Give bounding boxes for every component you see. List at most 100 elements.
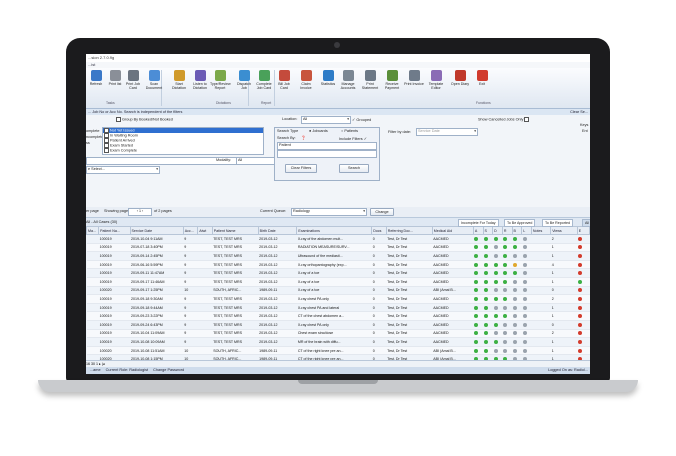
change-queue-button[interactable]: Change: [370, 208, 394, 216]
open-diary-button[interactable]: Open Diary: [450, 70, 470, 86]
column-header[interactable]: Ma...: [86, 226, 100, 235]
column-header[interactable]: Views: [550, 226, 578, 235]
status-item[interactable]: Exam Complete: [103, 148, 263, 153]
start-dictation-button[interactable]: Start Dictation: [169, 70, 189, 90]
tab-incomplete-for-today[interactable]: Incomplete For Today: [458, 219, 499, 227]
grid-navigator[interactable]: 16 30 1 ▸ |◂: [86, 360, 590, 367]
table-row[interactable]: 100019 2019-06-16 5:59PM 9 TEST, TEST MRS 20…: [86, 260, 590, 270]
column-header[interactable]: Referring Doc...: [385, 226, 433, 235]
column-header[interactable]: Service Date: [129, 226, 184, 235]
tab-to-be-reported[interactable]: To Be Reported: [542, 219, 573, 227]
search-type-patients-radio[interactable]: ○ Patients: [341, 129, 358, 133]
search-type-label: Search Type: [277, 129, 299, 133]
table-row[interactable]: 100019 2019-09-18 9:30AM 9 TEST, TEST MRS 20…: [86, 294, 590, 304]
status-dot-icon: [493, 339, 498, 344]
page-stepper[interactable]: ‹ 1 ›: [128, 208, 152, 216]
table-row[interactable]: 100019 2019-09-24 6:43PM 9 TEST, TEST MRS 20…: [86, 320, 590, 330]
table-row[interactable]: 100019 2019-09-11 11:47AM 9 TEST, TEST MRS 2…: [86, 268, 590, 278]
table-row[interactable]: 100019 2019-07-18 3:40PM 9 TEST, TEST MRS 20…: [86, 243, 590, 253]
show-cancelled-checkbox[interactable]: Show Cancelled Jobs Only: [478, 117, 530, 122]
current-queue-dropdown[interactable]: Radiology ▾: [291, 208, 367, 216]
table-row[interactable]: 100019 2019-09-18 9:44AM 9 TEST, TEST MRS 20…: [86, 303, 590, 313]
table-row[interactable]: 100019 2019-10-04 9:11AM 9 TEST, TEST MRS 20…: [86, 234, 590, 244]
table-cell: [473, 277, 483, 287]
column-header[interactable]: Docs: [371, 226, 387, 235]
table-row[interactable]: 100020 2019-10-08 11:51AM 10 SOUTH, AFRIC..…: [86, 346, 590, 356]
column-header[interactable]: Examinations: [296, 226, 373, 235]
scan-document-button[interactable]: Scan Document: [144, 70, 164, 90]
column-header[interactable]: Patient Na...: [98, 226, 131, 235]
column-header[interactable]: S: [482, 226, 494, 235]
statistics-button[interactable]: Statistics: [318, 70, 338, 86]
table-row[interactable]: 100019 2019-09-17 11:46AM 9 TEST, TEST MRS 2…: [86, 277, 590, 287]
dispatch-job-button[interactable]: Dispatch Job: [234, 70, 254, 90]
table-cell: 100019: [98, 260, 131, 270]
column-header[interactable]: B: [511, 226, 523, 235]
type-review-report-button[interactable]: Type/Review Report: [210, 70, 231, 90]
column-header[interactable]: Birth Date: [257, 226, 298, 235]
column-header[interactable]: E: [576, 226, 590, 235]
table-row[interactable]: 100019 2019-10-04 11:09AM 9 TEST, TEST MRS 2…: [86, 329, 590, 339]
print-invoice-button[interactable]: Print Invoice: [404, 70, 424, 86]
table-cell: AACMED: [432, 234, 474, 244]
help-icon[interactable]: ❓: [301, 135, 306, 140]
print-statement-button[interactable]: Print Statement: [360, 70, 380, 90]
include-filters-checkbox[interactable]: Include Filters ✓: [339, 136, 367, 141]
status-dot-icon: [503, 339, 508, 344]
table-cell: ABI (Amal B...: [432, 286, 474, 296]
grouped-checkbox[interactable]: ✓ Grouped: [352, 117, 371, 122]
table-cell: 100019: [98, 277, 131, 287]
chevron-left-icon[interactable]: ‹: [137, 209, 138, 213]
search-input[interactable]: [277, 150, 377, 158]
table-row[interactable]: 100020 2019-09-17 1:25PM 10 SOUTH, AFRIC...…: [86, 286, 590, 296]
showing-page-label: Showing page: [104, 209, 129, 213]
column-header[interactable]: Notes: [530, 226, 552, 235]
column-header[interactable]: D: [492, 226, 503, 235]
column-header[interactable]: Acc...: [182, 226, 199, 235]
search-type-jobcards-radio[interactable]: ● Jobcards: [309, 129, 328, 133]
template-editor-button[interactable]: Template Editor: [426, 70, 446, 90]
listen-dictation-button[interactable]: Listen to Dictation: [190, 70, 210, 90]
table-cell: TEST, TEST MRS: [212, 329, 259, 339]
claim-invoice-button[interactable]: Claim Invoice: [296, 70, 316, 90]
select-dropdown[interactable]: e Select... ▾: [86, 166, 160, 174]
print-job-card-button[interactable]: Print Job Card: [123, 70, 143, 90]
table-row[interactable]: 100019 2019-09-23 3:22PM 9 TEST, TEST MRS 20…: [86, 311, 590, 321]
modality-dropdown[interactable]: All ▾: [236, 157, 278, 165]
print-list-button[interactable]: Print list: [105, 70, 125, 86]
clear-filters-button[interactable]: Clear Filters: [285, 164, 317, 173]
table-cell: Chest exam sinc/dose: [296, 329, 372, 339]
complete-job-card-button[interactable]: Complete Job Card: [254, 70, 274, 90]
enter-label: Ent: [582, 129, 588, 133]
table-cell: [577, 286, 590, 296]
column-header[interactable]: A: [472, 226, 484, 235]
table-row[interactable]: 100019 2019-09-14 2:45PM 9 TEST, TEST MRS 20…: [86, 251, 590, 261]
tab-to-be-approved[interactable]: To Be Approved: [504, 219, 536, 227]
column-header[interactable]: Medical Aid: [431, 226, 474, 235]
change-password-link[interactable]: Change Password: [153, 368, 184, 372]
table-row[interactable]: 100019 2019-10-08 10:09AM 9 TEST, TEST MRS 2…: [86, 337, 590, 347]
search-button[interactable]: Search: [339, 164, 369, 173]
column-header[interactable]: Atwt: [197, 226, 213, 235]
table-cell: 2019-10-04 9:11AM: [130, 234, 184, 244]
column-header[interactable]: R: [501, 226, 513, 235]
tab-all[interactable]: All: [582, 219, 590, 227]
table-cell: 1: [550, 277, 578, 287]
filter-by-date-dropdown[interactable]: Service Date ▾: [416, 128, 478, 136]
exit-button[interactable]: Exit: [472, 70, 492, 86]
search-info-text: ... Job No or Acc No. Search is independ…: [88, 110, 183, 114]
table-cell: [492, 277, 503, 287]
manage-accounts-button[interactable]: Manage Accounts: [338, 70, 358, 90]
column-header[interactable]: L: [521, 226, 532, 235]
group-by-checkbox[interactable]: Group By Booked/Not Booked: [116, 117, 173, 122]
receive-payment-button[interactable]: Receive Payment: [382, 70, 402, 90]
status-list[interactable]: Not Yet Issued In Waiting Room Patient A…: [102, 127, 264, 155]
table-cell: [492, 268, 503, 278]
chevron-right-icon[interactable]: ›: [142, 209, 143, 213]
manage-accounts-icon: [342, 70, 354, 81]
column-header[interactable]: Patient Name: [211, 226, 259, 235]
search-by-field[interactable]: Patient: [277, 142, 377, 150]
location-dropdown[interactable]: All ▾: [301, 116, 351, 124]
bill-job-card-button[interactable]: Bill Job Card: [274, 70, 294, 90]
refresh-button[interactable]: Refresh: [86, 70, 106, 86]
